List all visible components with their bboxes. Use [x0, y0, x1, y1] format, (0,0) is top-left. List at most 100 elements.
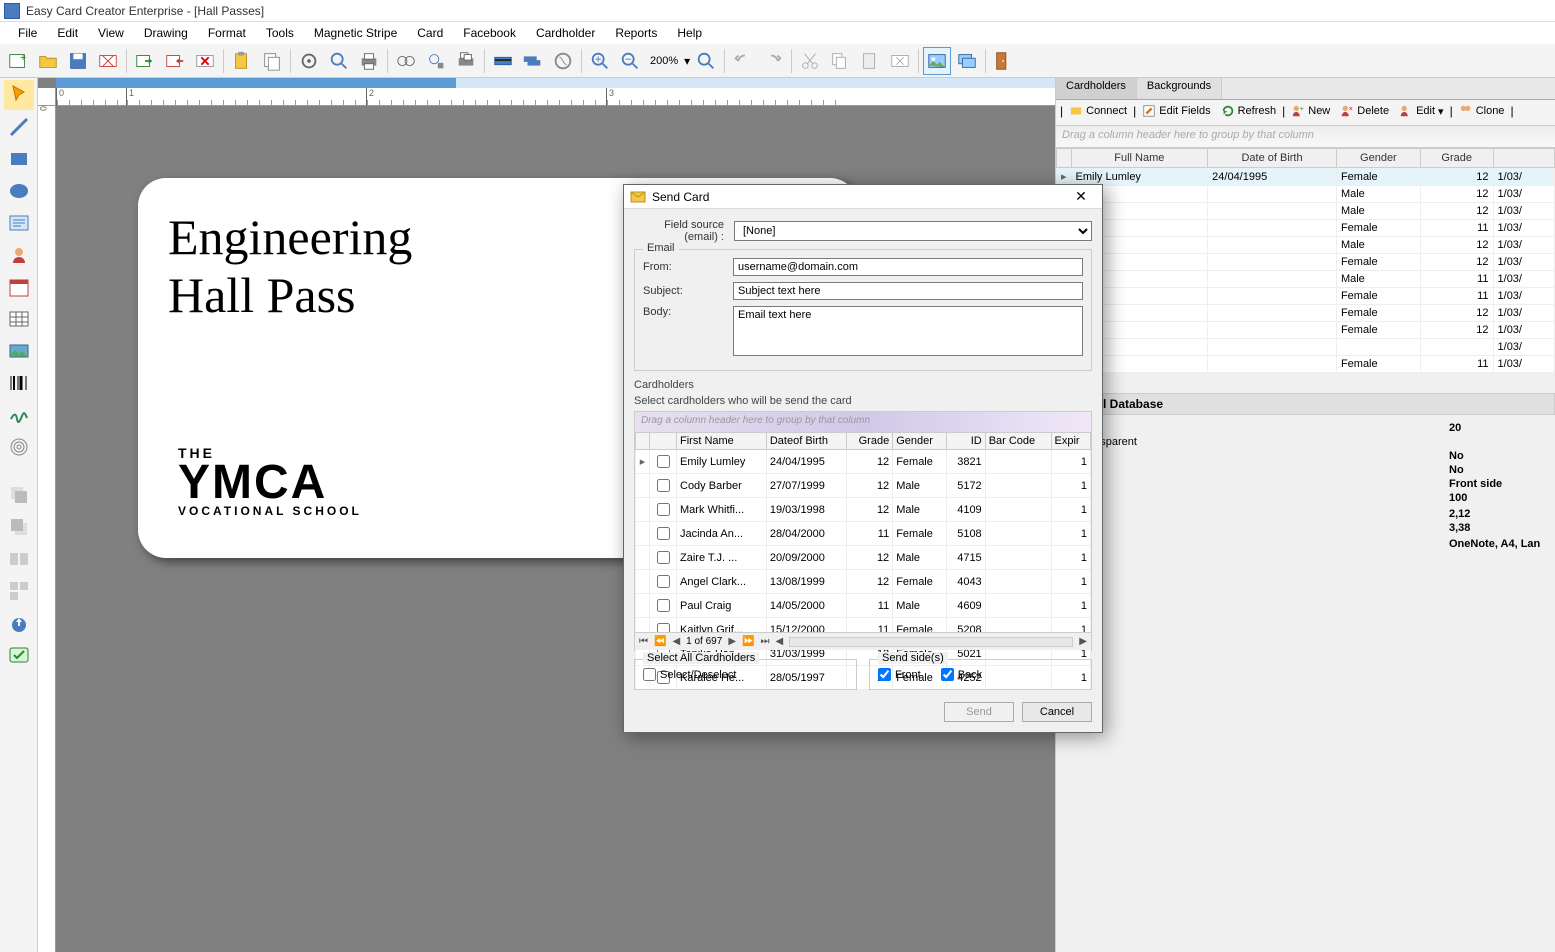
table-row[interactable]: Mark Whitfi...19/03/199812Male41091 — [636, 498, 1091, 522]
rectangle-tool-icon[interactable] — [4, 144, 34, 174]
front-checkbox[interactable] — [878, 668, 891, 681]
new-card-icon[interactable]: + — [4, 47, 32, 75]
check-tool-icon[interactable] — [4, 640, 34, 670]
edit-button[interactable]: Edit ▾ — [1395, 102, 1448, 120]
menu-tools[interactable]: Tools — [256, 24, 304, 42]
image-icon[interactable] — [923, 47, 951, 75]
row-checkbox[interactable] — [657, 503, 670, 516]
date-tool-icon[interactable] — [4, 272, 34, 302]
clone-button[interactable]: Clone — [1455, 102, 1509, 120]
batch-settings-icon[interactable] — [392, 47, 420, 75]
grid-navigator[interactable]: ⏮ ⏪ ◀ 1 of 697 ▶ ⏩ ⏭ ◀ ▶ — [635, 632, 1091, 650]
menu-reports[interactable]: Reports — [605, 24, 667, 42]
refresh-button[interactable]: Refresh — [1217, 102, 1281, 120]
table-row[interactable]: Female121/03/ — [1057, 305, 1555, 322]
text-tool-icon[interactable] — [4, 208, 34, 238]
zoom-fit-icon[interactable] — [692, 47, 720, 75]
card-wizard-icon[interactable] — [94, 47, 122, 75]
paste2-icon[interactable] — [856, 47, 884, 75]
settings-icon[interactable] — [295, 47, 323, 75]
menu-file[interactable]: File — [8, 24, 47, 42]
paste-icon[interactable] — [228, 47, 256, 75]
menu-cardholder[interactable]: Cardholder — [526, 24, 605, 42]
table-row[interactable]: Zaire T.J. ...20/09/200012Male47151 — [636, 546, 1091, 570]
redo-icon[interactable] — [759, 47, 787, 75]
layer-tool1-icon[interactable] — [4, 480, 34, 510]
table-row[interactable]: Male121/03/ — [1057, 203, 1555, 220]
pointer-tool-icon[interactable] — [4, 80, 34, 110]
row-checkbox[interactable] — [657, 527, 670, 540]
menu-drawing[interactable]: Drawing — [134, 24, 198, 42]
table-row[interactable]: Paul Craig14/05/200011Male46091 — [636, 594, 1091, 618]
table-row[interactable]: Female121/03/ — [1057, 322, 1555, 339]
publish-tool-icon[interactable] — [4, 608, 34, 638]
new-button[interactable]: +New — [1287, 102, 1334, 120]
field-source-select[interactable]: [None] — [734, 221, 1092, 241]
table-row[interactable]: Female111/03/ — [1057, 220, 1555, 237]
table-row[interactable]: Male121/03/ — [1057, 237, 1555, 254]
table-row[interactable]: Male111/03/ — [1057, 271, 1555, 288]
table-row[interactable]: Female111/03/ — [1057, 356, 1555, 373]
menu-format[interactable]: Format — [198, 24, 256, 42]
layer-tool2-icon[interactable] — [4, 512, 34, 542]
body-textarea[interactable]: Email text here — [733, 306, 1083, 356]
table-row[interactable]: Male121/03/ — [1057, 186, 1555, 203]
row-checkbox[interactable] — [657, 479, 670, 492]
table-row[interactable]: ▸Emily Lumley24/04/1995Female121/03/ — [1057, 168, 1555, 186]
subject-input[interactable] — [733, 282, 1083, 300]
zoom-out-icon[interactable] — [616, 47, 644, 75]
nav-prev-icon[interactable]: ◀ — [672, 636, 680, 647]
cardholders-select-grid[interactable]: Drag a column header here to group by th… — [634, 411, 1092, 651]
export-icon[interactable] — [161, 47, 189, 75]
canvas-scrollbar-h[interactable] — [56, 78, 1055, 88]
menu-view[interactable]: View — [88, 24, 134, 42]
table-tool-icon[interactable] — [4, 304, 34, 334]
menu-magnetic-stripe[interactable]: Magnetic Stripe — [304, 24, 407, 42]
copy2-icon[interactable] — [826, 47, 854, 75]
edit-fields-button[interactable]: Edit Fields — [1138, 102, 1214, 120]
photo-tool-icon[interactable] — [4, 240, 34, 270]
nav-nextpage-icon[interactable]: ⏩ — [742, 636, 754, 647]
save-icon[interactable] — [64, 47, 92, 75]
row-checkbox[interactable] — [657, 575, 670, 588]
ellipse-tool-icon[interactable] — [4, 176, 34, 206]
delete-icon[interactable] — [886, 47, 914, 75]
row-checkbox[interactable] — [657, 455, 670, 468]
dialog-groupby-bar[interactable]: Drag a column header here to group by th… — [635, 412, 1091, 432]
preview-icon[interactable] — [325, 47, 353, 75]
group-tool-icon[interactable] — [4, 544, 34, 574]
signature-tool-icon[interactable] — [4, 400, 34, 430]
table-row[interactable]: Female111/03/ — [1057, 288, 1555, 305]
dialog-titlebar[interactable]: Send Card ✕ — [624, 185, 1102, 209]
print-icon[interactable] — [355, 47, 383, 75]
exit-icon[interactable] — [990, 47, 1018, 75]
table-row[interactable]: 1/03/ — [1057, 339, 1555, 356]
back-checkbox[interactable] — [941, 668, 954, 681]
zoom-dropdown-icon[interactable]: ▾ — [684, 54, 690, 68]
image-tool-icon[interactable] — [4, 336, 34, 366]
nav-next-icon[interactable]: ▶ — [728, 636, 736, 647]
nav-scroll-right-icon[interactable]: ▶ — [1079, 636, 1087, 647]
align-tool-icon[interactable] — [4, 576, 34, 606]
cut-icon[interactable] — [796, 47, 824, 75]
menu-facebook[interactable]: Facebook — [453, 24, 526, 42]
table-row[interactable]: Female121/03/ — [1057, 254, 1555, 271]
copy-icon[interactable] — [258, 47, 286, 75]
close-icon[interactable]: ✕ — [1066, 187, 1096, 207]
cardholders-grid[interactable]: Full Name Date of Birth Gender Grade ▸Em… — [1056, 148, 1555, 373]
zoom-in-icon[interactable] — [586, 47, 614, 75]
table-row[interactable]: ▸Emily Lumley24/04/199512Female38211 — [636, 450, 1091, 474]
tab-backgrounds[interactable]: Backgrounds — [1137, 78, 1222, 99]
select-deselect-checkbox[interactable] — [643, 668, 656, 681]
delete-button[interactable]: ×Delete — [1336, 102, 1393, 120]
row-checkbox[interactable] — [657, 599, 670, 612]
table-row[interactable]: Jacinda An...28/04/200011Female51081 — [636, 522, 1091, 546]
table-row[interactable]: Angel Clark...13/08/199912Female40431 — [636, 570, 1091, 594]
line-tool-icon[interactable] — [4, 112, 34, 142]
connect-button[interactable]: Connect — [1065, 102, 1131, 120]
menu-card[interactable]: Card — [407, 24, 453, 42]
menu-edit[interactable]: Edit — [47, 24, 88, 42]
import-icon[interactable] — [131, 47, 159, 75]
open-icon[interactable] — [34, 47, 62, 75]
nav-prevpage-icon[interactable]: ⏪ — [654, 636, 666, 647]
